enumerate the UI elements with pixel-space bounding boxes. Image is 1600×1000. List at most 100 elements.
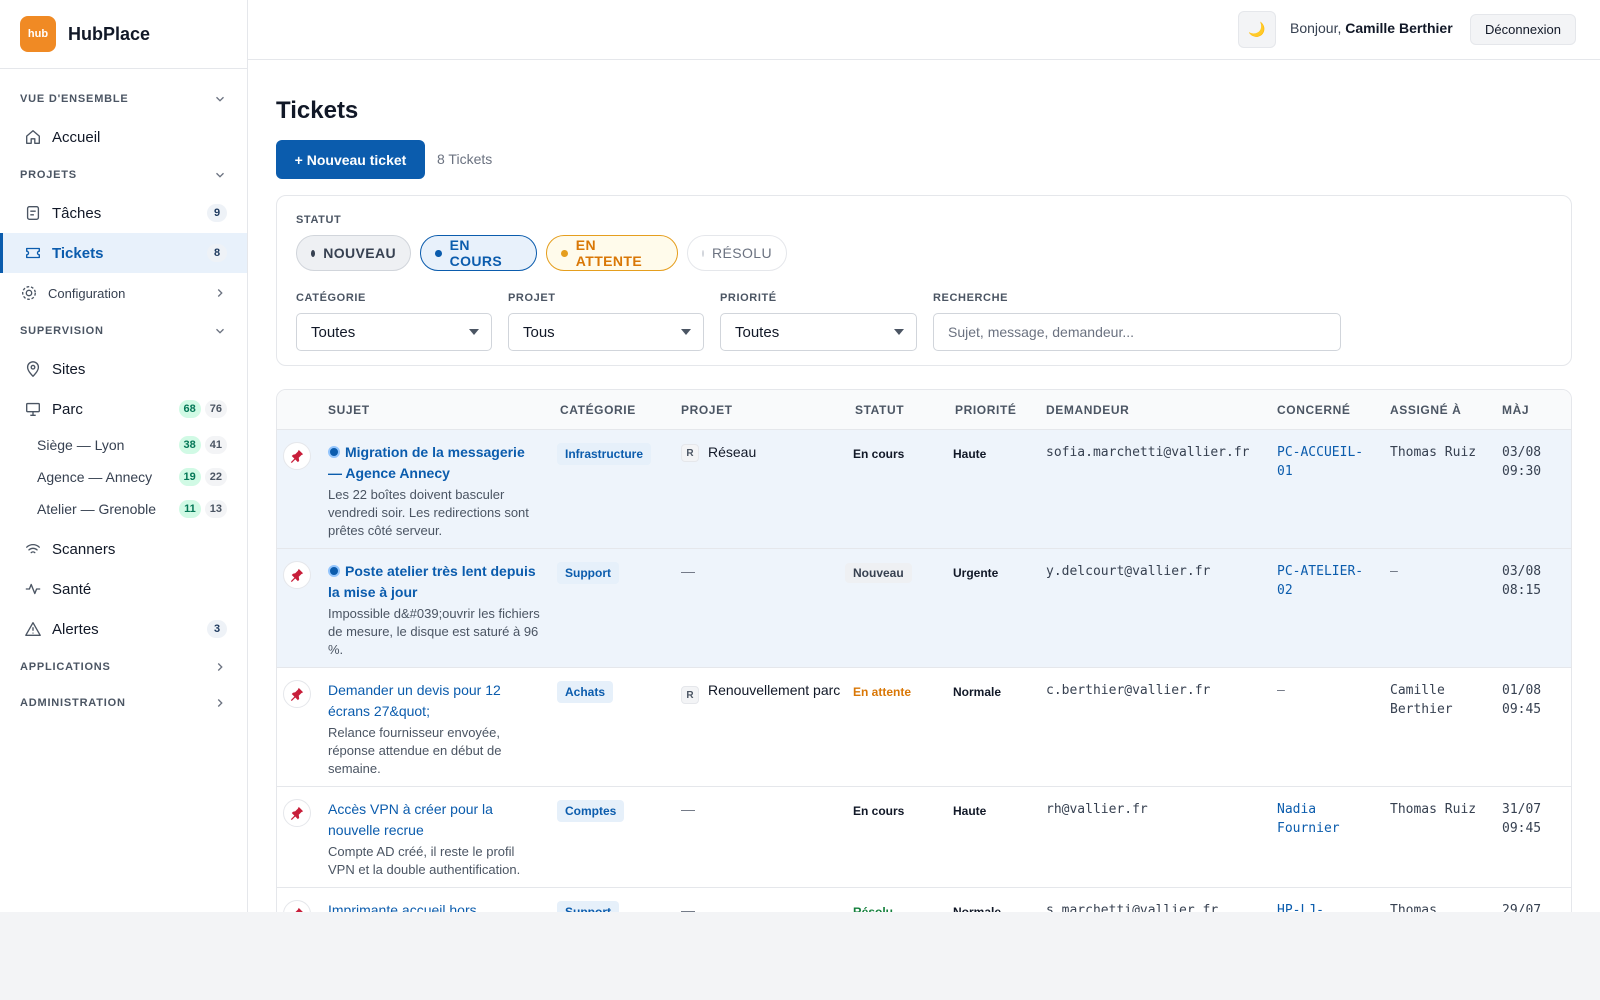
- project-badge: R: [681, 444, 699, 462]
- status-pill-en-cours[interactable]: EN COURS: [420, 235, 537, 271]
- site-ok-badge: 38: [178, 436, 201, 454]
- col-requester[interactable]: DEMANDEUR: [1046, 403, 1129, 417]
- status-pill-label: RÉSOLU: [712, 245, 772, 261]
- col-category[interactable]: CATÉGORIE: [560, 403, 636, 417]
- status-dot-icon: [561, 249, 568, 257]
- ticket-count: 8 Tickets: [437, 151, 493, 167]
- sidebar-item-label: Parc: [52, 400, 83, 418]
- sidebar-item-home[interactable]: Accueil: [0, 117, 247, 157]
- pin-icon[interactable]: [283, 680, 311, 708]
- theme-toggle-button[interactable]: 🌙: [1238, 11, 1276, 48]
- sidebar-subitem-annecy[interactable]: Agence — Annecy 19 22: [0, 461, 247, 493]
- sidebar-item-label: Scanners: [52, 540, 116, 558]
- col-subject[interactable]: SUJET: [328, 403, 370, 417]
- ticket-concerned-link[interactable]: HP-LJ-: [1277, 901, 1377, 912]
- ticket-project: R Réseau: [681, 442, 841, 463]
- sidebar-subitem-grenoble[interactable]: Atelier — Grenoble 11 13: [0, 493, 247, 525]
- ticket-description: Compte AD créé, il reste le profil VPN e…: [328, 844, 521, 877]
- table-row[interactable]: Accès VPN à créer pour la nouvelle recru…: [277, 787, 1571, 888]
- wifi-icon: [26, 543, 40, 554]
- status-pill-en-attente[interactable]: EN ATTENTE: [546, 235, 678, 271]
- sidebar-item-configuration[interactable]: Configuration: [0, 273, 247, 313]
- pin-icon[interactable]: [283, 900, 311, 912]
- priority-select[interactable]: Toutes: [720, 313, 917, 351]
- section-administration[interactable]: ADMINISTRATION: [0, 685, 247, 721]
- sidebar-item-tasks[interactable]: Tâches 9: [0, 193, 247, 233]
- ticket-concerned-link[interactable]: PC-ACCUEIL-01: [1277, 443, 1377, 481]
- sidebar-item-alerts[interactable]: Alertes 3: [0, 609, 247, 649]
- pin-icon[interactable]: [283, 799, 311, 827]
- ticket-subject: Imprimante accueil hors: [328, 900, 540, 912]
- ticket-title-link[interactable]: Accès VPN à créer pour la nouvelle recru…: [328, 799, 540, 841]
- sidebar-item-label: Sites: [52, 360, 86, 378]
- search-input[interactable]: [933, 313, 1341, 351]
- col-status[interactable]: STATUT: [855, 403, 904, 417]
- status-pill-label: EN COURS: [449, 237, 503, 269]
- ticket-concerned-link[interactable]: PC-ATELIER-02: [1277, 562, 1377, 600]
- ticket-updated: 31/07 09:45: [1502, 802, 1542, 836]
- table-row[interactable]: Migration de la messagerie — Agence Anne…: [277, 430, 1571, 549]
- project-name: —: [681, 801, 695, 817]
- logout-button[interactable]: Déconnexion: [1470, 14, 1576, 45]
- table-row[interactable]: Poste atelier très lent depuis la mise à…: [277, 549, 1571, 668]
- ticket-description: Impossible d&#039;ouvrir les fichiers de…: [328, 606, 540, 657]
- project-name: Réseau: [708, 444, 757, 460]
- col-project[interactable]: PROJET: [681, 403, 733, 417]
- ticket-assigned: Camille Berthier: [1390, 683, 1453, 717]
- section-applications[interactable]: APPLICATIONS: [0, 649, 247, 685]
- ticket-concerned-link[interactable]: Nadia Fournier: [1277, 800, 1377, 838]
- ticket-subject: Migration de la messagerie — Agence Anne…: [328, 442, 540, 540]
- table-row[interactable]: Demander un devis pour 12 écrans 27&quot…: [277, 668, 1571, 787]
- status-pill-nouveau[interactable]: NOUVEAU: [296, 235, 411, 271]
- sidebar-item-health[interactable]: Santé: [0, 569, 247, 609]
- col-updated[interactable]: MÀJ: [1502, 403, 1529, 417]
- status-badge: En cours: [853, 804, 905, 818]
- home-icon: [26, 130, 40, 144]
- ticket-title-link[interactable]: Imprimante accueil hors: [328, 900, 540, 912]
- ticket-priority: Normale: [945, 682, 1009, 702]
- col-assigned[interactable]: ASSIGNÉ À: [1390, 403, 1461, 417]
- site-total-badge: 13: [204, 500, 227, 518]
- ticket-title-link[interactable]: Demander un devis pour 12 écrans 27&quot…: [328, 680, 540, 722]
- site-total-badge: 41: [204, 436, 227, 454]
- chevron-right-icon: [217, 289, 223, 297]
- section-projects[interactable]: PROJETS: [0, 157, 247, 193]
- brand[interactable]: hub HubPlace: [0, 0, 247, 69]
- sidebar-item-label: Tâches: [52, 204, 102, 222]
- col-concerned[interactable]: CONCERNÉ: [1277, 403, 1350, 417]
- ticket-title-link[interactable]: Poste atelier très lent depuis la mise à…: [328, 561, 540, 603]
- tasks-count-badge: 9: [207, 204, 227, 222]
- col-priority[interactable]: PRIORITÉ: [955, 403, 1016, 417]
- section-supervision-title: SUPERVISION: [20, 325, 104, 337]
- unread-dot-icon: [328, 446, 340, 458]
- category-select-value: Toutes: [311, 323, 356, 341]
- ticket-category: Infrastructure: [557, 443, 652, 465]
- category-select[interactable]: Toutes: [296, 313, 492, 351]
- ticket-status: En cours: [845, 801, 912, 821]
- sidebar-item-scanners[interactable]: Scanners: [0, 529, 247, 569]
- ticket-description: Relance fournisseur envoyée, réponse att…: [328, 725, 502, 776]
- pin-icon[interactable]: [283, 561, 311, 589]
- ticket-priority: Haute: [945, 801, 994, 821]
- sidebar-subitem-lyon[interactable]: Siège — Lyon 38 41: [0, 429, 247, 461]
- section-projects-title: PROJETS: [20, 169, 77, 181]
- category-badge: Achats: [557, 681, 614, 703]
- sidebar-item-sites[interactable]: Sites: [0, 349, 247, 389]
- sidebar-item-label: Santé: [52, 580, 92, 598]
- ticket-title: Demander un devis pour 12 écrans 27&quot…: [328, 682, 501, 719]
- category-badge: Infrastructure: [557, 443, 652, 465]
- new-ticket-button[interactable]: + Nouveau ticket: [276, 140, 425, 179]
- sidebar-item-parc[interactable]: Parc 68 76: [0, 389, 247, 429]
- section-overview[interactable]: VUE D'ENSEMBLE: [0, 81, 247, 117]
- section-supervision[interactable]: SUPERVISION: [0, 313, 247, 349]
- pin-icon[interactable]: [283, 442, 311, 470]
- status-dot-icon: [435, 249, 442, 257]
- ticket-title-link[interactable]: Migration de la messagerie — Agence Anne…: [328, 442, 540, 484]
- sidebar-item-tickets[interactable]: Tickets 8: [0, 233, 247, 273]
- project-select[interactable]: Tous: [508, 313, 704, 351]
- table-row[interactable]: Imprimante accueil hors Support — Résolu…: [277, 888, 1571, 912]
- project-name: —: [681, 902, 695, 912]
- status-pill-resolu[interactable]: RÉSOLU: [687, 235, 787, 271]
- ticket-assigned: Thomas: [1390, 903, 1437, 912]
- parc-ok-badge: 68: [178, 400, 201, 418]
